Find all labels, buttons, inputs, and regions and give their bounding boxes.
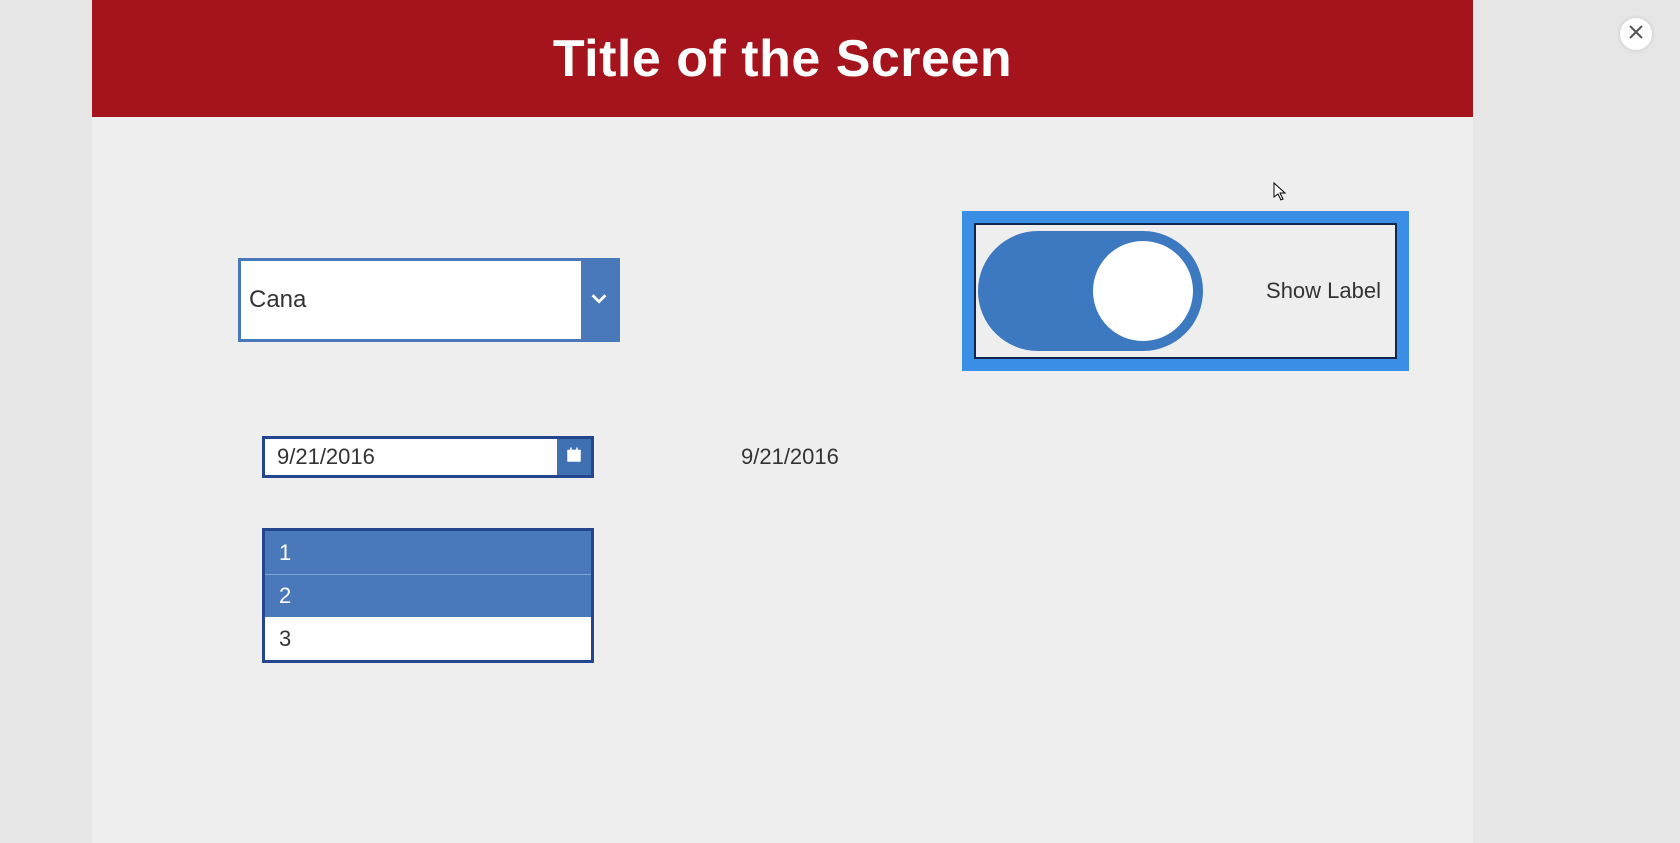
close-icon	[1629, 25, 1643, 44]
list-item[interactable]: 3	[265, 617, 591, 660]
chevron-down-icon	[588, 287, 610, 314]
calendar-icon	[565, 446, 583, 469]
page-title: Title of the Screen	[553, 29, 1012, 89]
show-label-toggle[interactable]	[978, 231, 1203, 351]
toggle-focus-frame: Show Label	[962, 211, 1409, 371]
dropdown-value: Cana	[241, 261, 581, 339]
toggle-label: Show Label	[1266, 278, 1381, 304]
date-picker-button[interactable]	[557, 439, 591, 475]
list-item[interactable]: 1	[265, 531, 591, 574]
toggle-container: Show Label	[974, 223, 1397, 359]
date-picker-value: 9/21/2016	[265, 439, 557, 475]
list-item[interactable]: 2	[265, 574, 591, 617]
number-listbox[interactable]: 1 2 3	[262, 528, 594, 663]
toggle-knob	[1093, 241, 1193, 341]
date-display-label: 9/21/2016	[741, 444, 839, 470]
close-button[interactable]	[1620, 18, 1652, 50]
country-dropdown[interactable]: Cana	[238, 258, 620, 342]
app-page: Title of the Screen Cana Show Label 9/21…	[92, 0, 1473, 843]
dropdown-chevron-button[interactable]	[581, 261, 617, 339]
header-bar: Title of the Screen	[92, 0, 1473, 117]
date-picker[interactable]: 9/21/2016	[262, 436, 594, 478]
